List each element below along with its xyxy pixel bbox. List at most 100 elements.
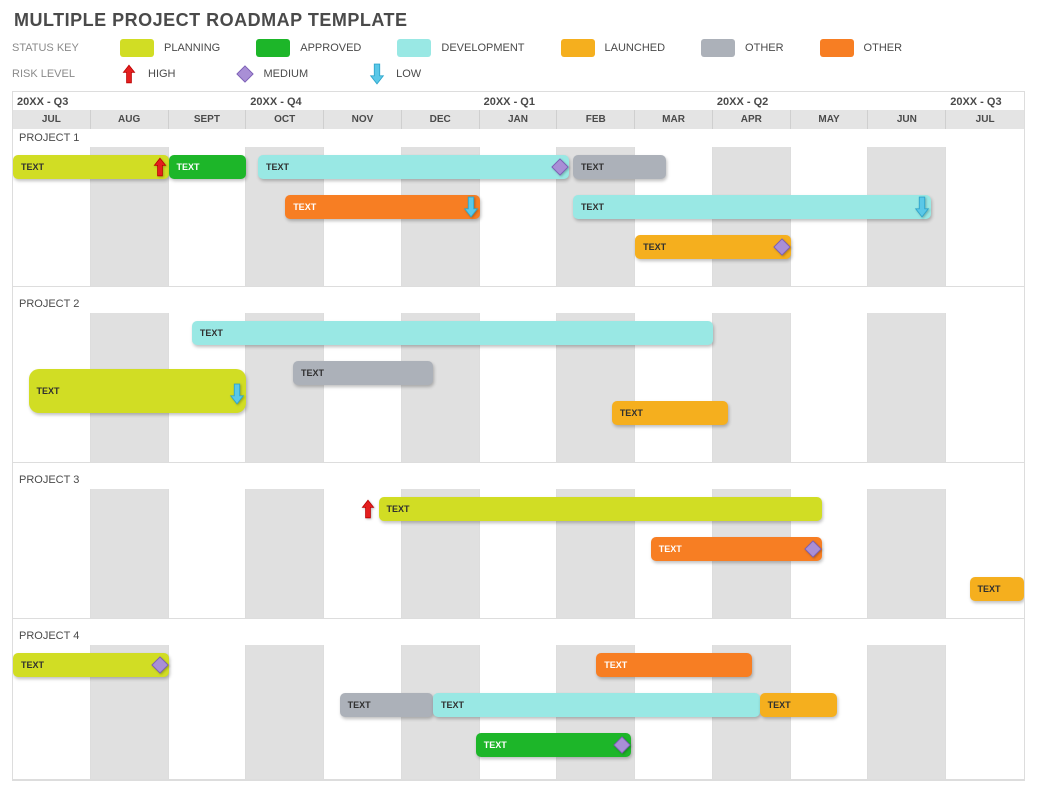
risk-legend-item: HIGH	[120, 63, 176, 85]
task-label: TEXT	[484, 740, 507, 750]
status-legend-item: DEVELOPMENT	[397, 39, 524, 57]
risk-high-icon	[357, 498, 379, 520]
task-bar[interactable]: TEXT	[573, 155, 666, 179]
task-bar[interactable]: TEXT	[635, 235, 791, 259]
month-label: JAN	[480, 110, 558, 129]
project-lane: TEXT TEXT TEXT	[13, 489, 1024, 619]
status-label: DEVELOPMENT	[441, 42, 524, 54]
project-header: PROJECT 1	[13, 129, 1024, 147]
risk-high-icon	[120, 63, 138, 85]
month-row: JULAUGSEPTOCTNOVDECJANFEBMARAPRMAYJUNJUL	[13, 110, 1024, 129]
task-bar[interactable]: TEXT	[651, 537, 822, 561]
task-label: TEXT	[37, 386, 60, 396]
status-swatch	[561, 39, 595, 57]
status-legend-item: OTHER	[701, 39, 784, 57]
status-swatch	[120, 39, 154, 57]
task-bar[interactable]: TEXT	[970, 577, 1024, 601]
status-swatch	[256, 39, 290, 57]
timeline: 20XX - Q320XX - Q420XX - Q120XX - Q220XX…	[12, 91, 1025, 781]
month-label: JUL	[946, 110, 1024, 129]
status-legend-item: OTHER	[820, 39, 903, 57]
task-bar[interactable]: TEXT	[612, 401, 729, 425]
task-bar[interactable]: TEXT	[13, 653, 169, 677]
task-label: TEXT	[348, 700, 371, 710]
task-bar[interactable]: TEXT	[596, 653, 752, 677]
status-legend-item: APPROVED	[256, 39, 361, 57]
status-label: APPROVED	[300, 42, 361, 54]
quarter-label: 20XX - Q3	[946, 92, 1024, 110]
month-label: MAR	[635, 110, 713, 129]
project-lane: TEXT TEXT TEXT TEXT TEXT TEXT	[13, 645, 1024, 780]
task-bar[interactable]: TEXT	[169, 155, 247, 179]
task-label: TEXT	[581, 162, 604, 172]
status-label: OTHER	[864, 42, 903, 54]
quarter-label: 20XX - Q1	[480, 92, 558, 110]
month-label: APR	[713, 110, 791, 129]
risk-level-label: RISK LEVEL	[12, 68, 92, 80]
task-bar[interactable]: TEXT	[258, 155, 569, 179]
risk-low-icon	[368, 63, 386, 85]
task-bar[interactable]: TEXT	[13, 155, 169, 179]
month-label: SEPT	[169, 110, 247, 129]
task-label: TEXT	[177, 162, 200, 172]
status-key-label: STATUS KEY	[12, 42, 92, 54]
task-label: TEXT	[266, 162, 289, 172]
task-label: TEXT	[301, 368, 324, 378]
risk-legend-row: RISK LEVEL HIGH MEDIUM LOW	[12, 63, 1025, 85]
risk-medium-icon	[236, 63, 254, 85]
legend: STATUS KEY PLANNING APPROVED DEVELOPMENT LA…	[12, 39, 1025, 85]
task-label: TEXT	[293, 202, 316, 212]
project-header: PROJECT 2	[13, 295, 1024, 313]
page-title: MULTIPLE PROJECT ROADMAP TEMPLATE	[14, 10, 1025, 31]
task-label: TEXT	[659, 544, 682, 554]
task-bar[interactable]: TEXT	[379, 497, 822, 521]
status-swatch	[820, 39, 854, 57]
status-swatch	[397, 39, 431, 57]
task-bar[interactable]: TEXT	[192, 321, 713, 345]
task-label: TEXT	[581, 202, 604, 212]
status-label: PLANNING	[164, 42, 220, 54]
task-label: TEXT	[978, 584, 1001, 594]
project-header: PROJECT 4	[13, 627, 1024, 645]
task-label: TEXT	[21, 162, 44, 172]
task-label: TEXT	[768, 700, 791, 710]
status-legend-item: PLANNING	[120, 39, 220, 57]
task-bar[interactable]: TEXT	[340, 693, 433, 717]
quarter-label: 20XX - Q2	[713, 92, 791, 110]
month-label: NOV	[324, 110, 402, 129]
month-label: AUG	[91, 110, 169, 129]
task-label: TEXT	[643, 242, 666, 252]
risk-label: HIGH	[148, 68, 176, 80]
quarter-row: 20XX - Q320XX - Q420XX - Q120XX - Q220XX…	[13, 92, 1024, 110]
project-lane: TEXT TEXT TEXT TEXT	[13, 313, 1024, 463]
status-label: OTHER	[745, 42, 784, 54]
risk-label: MEDIUM	[264, 68, 309, 80]
status-legend-item: LAUNCHED	[561, 39, 666, 57]
task-bar[interactable]: TEXT	[760, 693, 838, 717]
task-bar[interactable]: TEXT	[29, 369, 247, 413]
status-swatch	[701, 39, 735, 57]
task-label: TEXT	[21, 660, 44, 670]
task-bar[interactable]: TEXT	[433, 693, 760, 717]
project-lane: TEXT TEXT TEXT TEXT TEXT TEXT TEXT	[13, 147, 1024, 287]
status-label: LAUNCHED	[605, 42, 666, 54]
month-label: JUL	[13, 110, 91, 129]
task-label: TEXT	[200, 328, 223, 338]
project-header: PROJECT 3	[13, 471, 1024, 489]
task-bar[interactable]: TEXT	[293, 361, 433, 385]
month-label: DEC	[402, 110, 480, 129]
risk-label: LOW	[396, 68, 421, 80]
month-label: JUN	[868, 110, 946, 129]
status-legend-row: STATUS KEY PLANNING APPROVED DEVELOPMENT LA…	[12, 39, 1025, 57]
task-bar[interactable]: TEXT	[573, 195, 931, 219]
month-label: FEB	[557, 110, 635, 129]
quarter-label: 20XX - Q4	[246, 92, 324, 110]
task-label: TEXT	[604, 660, 627, 670]
risk-legend-item: LOW	[368, 63, 421, 85]
task-bar[interactable]: TEXT	[476, 733, 632, 757]
task-label: TEXT	[620, 408, 643, 418]
task-label: TEXT	[387, 504, 410, 514]
risk-legend-item: MEDIUM	[236, 63, 309, 85]
task-bar[interactable]: TEXT	[285, 195, 479, 219]
task-label: TEXT	[441, 700, 464, 710]
